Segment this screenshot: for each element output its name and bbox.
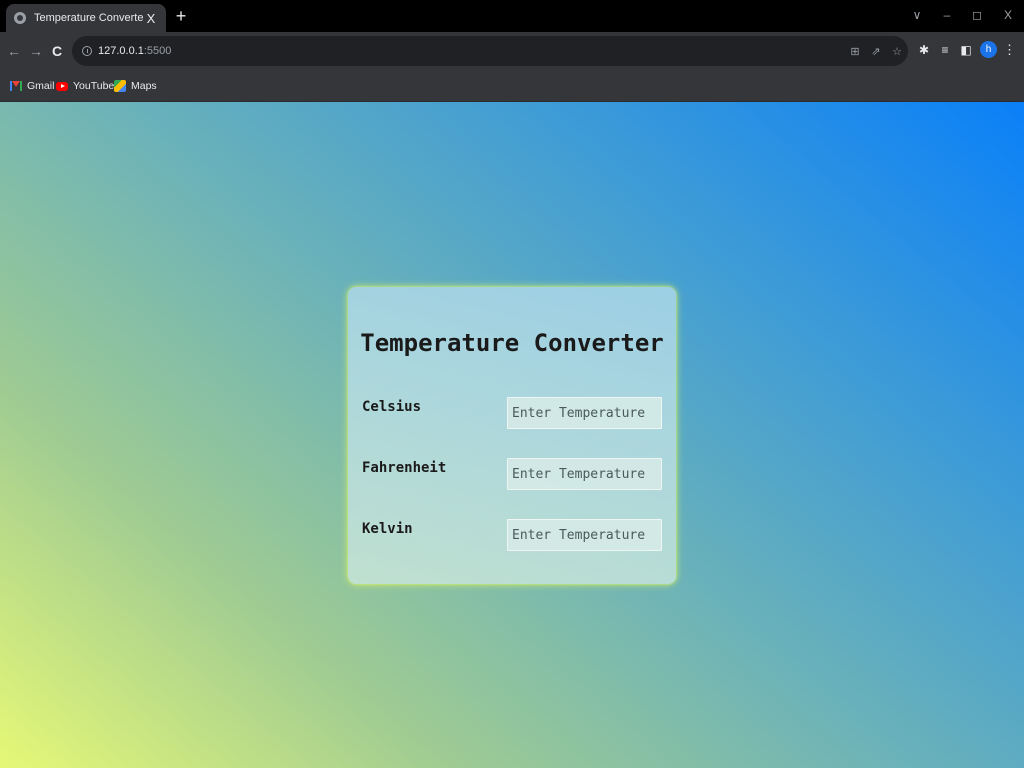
close-window-button[interactable]: X (998, 6, 1018, 24)
page-viewport: Temperature Converter Celsius Fahrenheit… (0, 102, 1024, 768)
site-info-icon[interactable] (82, 46, 92, 56)
address-bar[interactable]: 127.0.0.1:5500 ⊞ ⇗ ☆ (72, 36, 908, 66)
bookmark-gmail[interactable]: Gmail (10, 78, 54, 94)
celsius-label: Celsius (362, 399, 422, 415)
globe-icon (14, 12, 26, 24)
profile-avatar[interactable]: h (980, 41, 997, 58)
translate-icon[interactable]: ⊞ (848, 46, 862, 58)
close-tab-icon[interactable]: X (144, 11, 158, 26)
kelvin-input[interactable] (507, 519, 662, 551)
bookmarks-bar: Gmail YouTube Maps (0, 70, 1024, 102)
browser-toolbar: ← → C 127.0.0.1:5500 ⊞ ⇗ ☆ ✱ ≡ ◧ (0, 32, 1024, 70)
bookmark-maps[interactable]: Maps (114, 78, 157, 94)
browser-menu-icon[interactable]: ⋮ (1003, 43, 1016, 57)
page-title: Temperature Converter (360, 329, 664, 357)
tab-strip: Temperature Converter X + ∨ – ◻ X (0, 0, 1024, 32)
youtube-icon (56, 81, 68, 91)
new-tab-button[interactable]: + (172, 6, 190, 26)
bookmark-star-icon[interactable]: ☆ (890, 46, 904, 58)
kelvin-label: Kelvin (362, 521, 413, 537)
converter-card: Temperature Converter Celsius Fahrenheit… (348, 287, 676, 584)
tab-temperature-converter[interactable]: Temperature Converter X (6, 4, 166, 32)
back-button[interactable]: ← (5, 42, 23, 60)
celsius-input[interactable] (507, 397, 662, 429)
fahrenheit-input[interactable] (507, 458, 662, 490)
bookmark-youtube[interactable]: YouTube (56, 78, 114, 94)
minimize-button[interactable]: – (937, 6, 957, 24)
url-port: :5500 (143, 45, 172, 57)
extensions-icon[interactable]: ✱ (917, 43, 931, 57)
maps-icon (114, 80, 126, 92)
url-host: 127.0.0.1 (98, 45, 144, 57)
reading-list-icon[interactable]: ≡ (938, 43, 952, 57)
share-icon[interactable]: ⇗ (869, 46, 883, 58)
restore-button[interactable]: ◻ (967, 6, 987, 24)
fahrenheit-label: Fahrenheit (362, 460, 447, 476)
side-panel-icon[interactable]: ◧ (959, 43, 973, 57)
forward-button[interactable]: → (27, 42, 45, 60)
gmail-icon (10, 81, 22, 91)
tab-search-chevron-icon[interactable]: ∨ (907, 6, 927, 24)
bookmark-label: YouTube (73, 80, 115, 92)
reload-button[interactable]: C (48, 42, 66, 60)
bookmark-label: Gmail (27, 80, 55, 92)
bookmark-label: Maps (131, 80, 157, 92)
tab-title: Temperature Converter (34, 12, 144, 24)
